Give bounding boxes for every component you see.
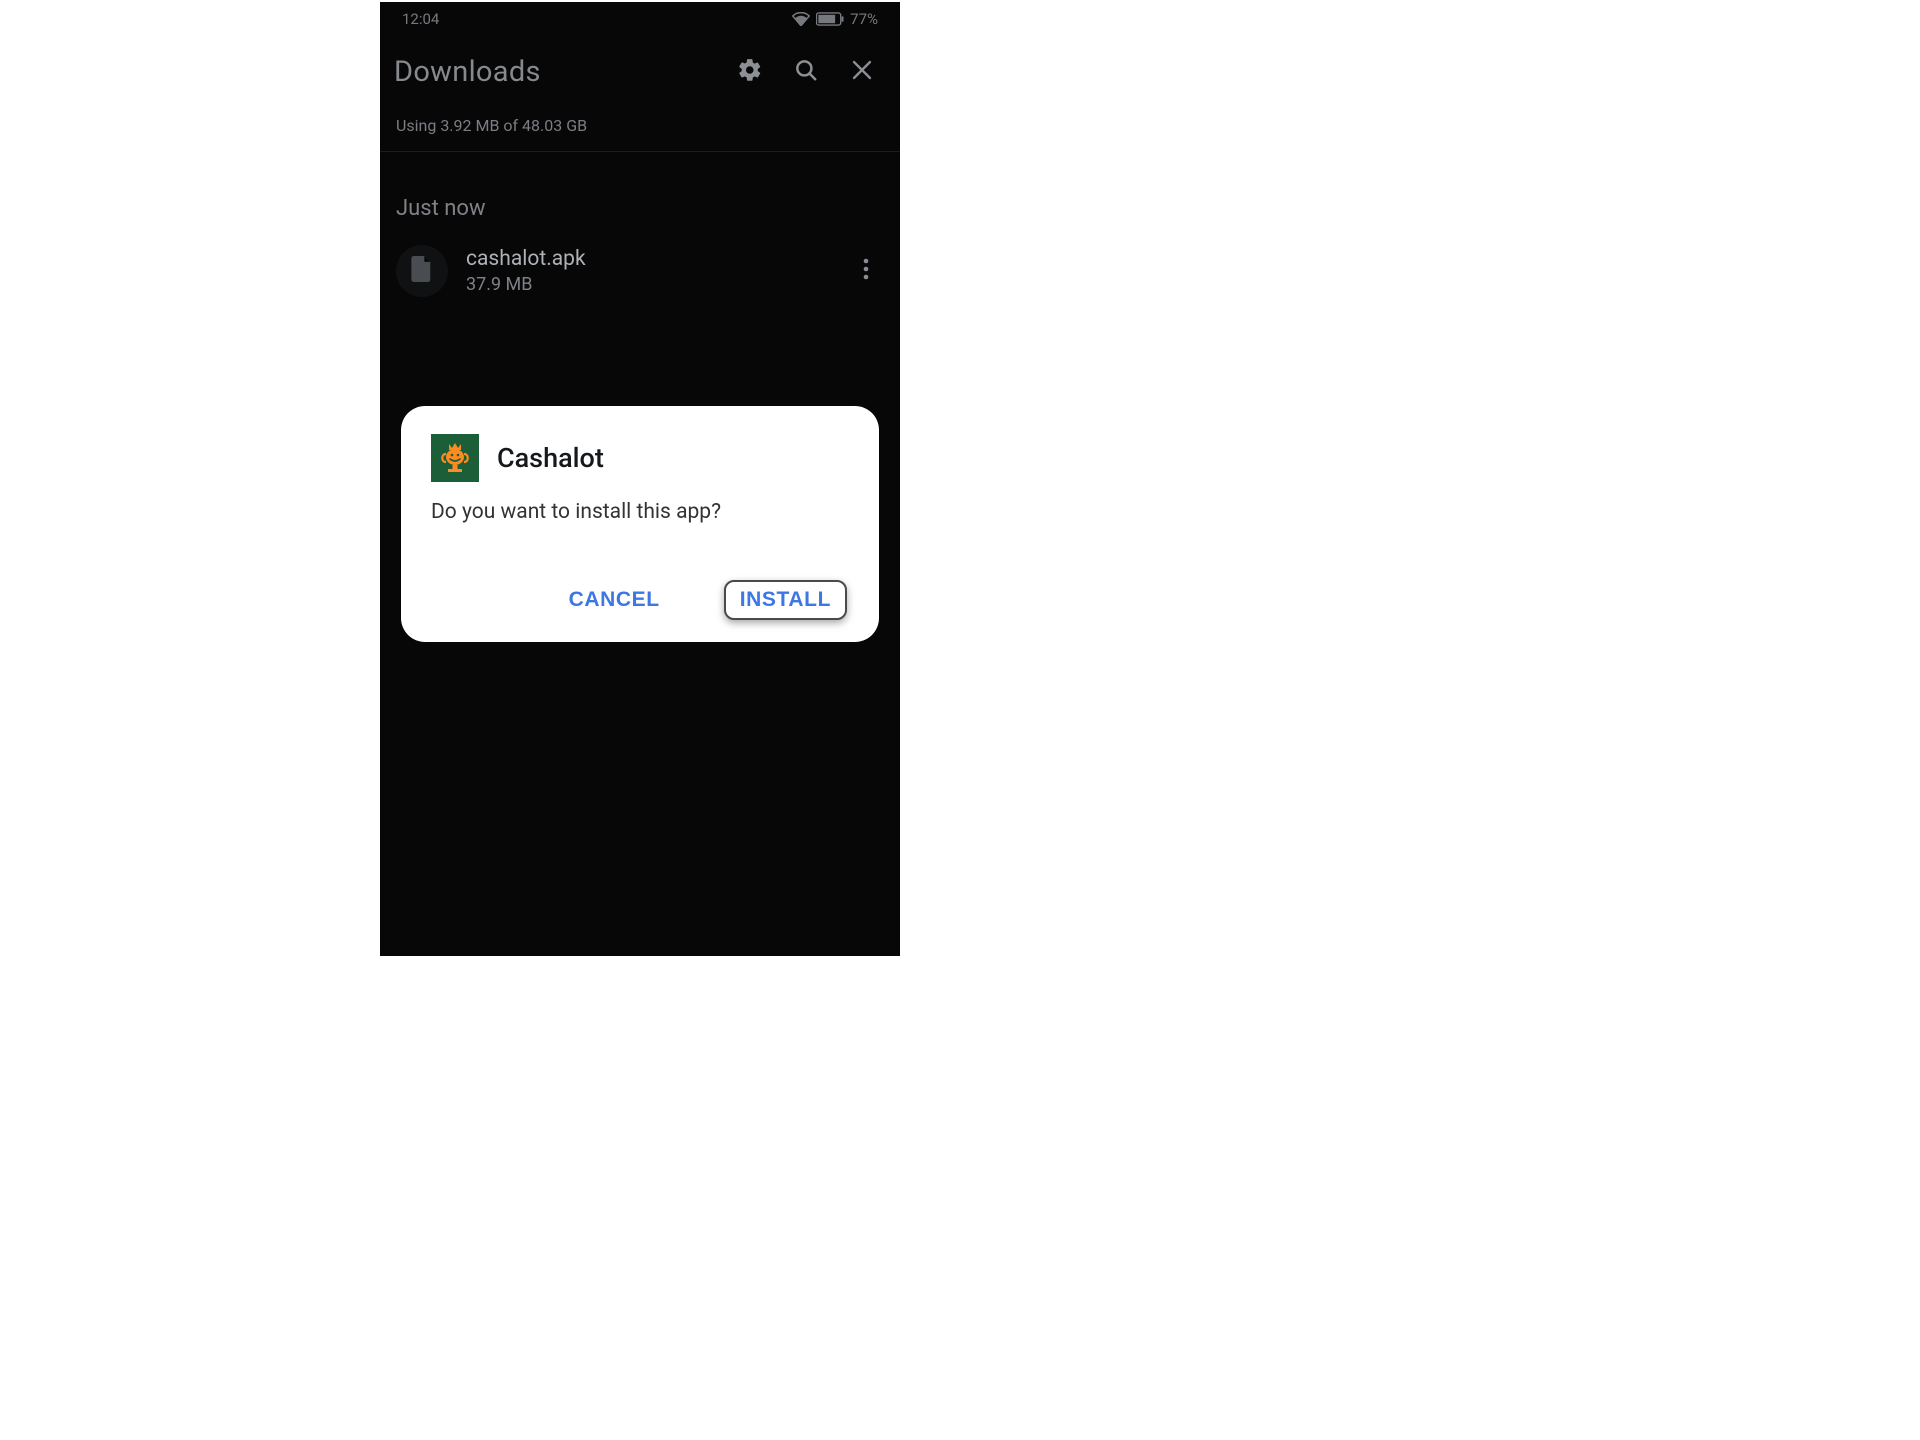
close-button[interactable] (838, 48, 886, 96)
battery-percent: 77% (850, 10, 878, 28)
search-icon (793, 57, 819, 87)
phone-frame: 12:04 77% Downloads (380, 2, 900, 956)
install-button[interactable]: INSTALL (740, 588, 831, 612)
file-more-button[interactable] (846, 251, 886, 291)
app-header: Downloads (380, 32, 900, 112)
storage-usage: Using 3.92 MB of 48.03 GB (380, 112, 900, 151)
file-icon-bg (396, 245, 448, 297)
status-bar: 12:04 77% (380, 2, 900, 32)
settings-button[interactable] (726, 48, 774, 96)
install-button-highlight: INSTALL (724, 580, 847, 620)
file-info: cashalot.apk 37.9 MB (466, 247, 846, 295)
file-size: 37.9 MB (466, 274, 846, 295)
file-icon (411, 256, 433, 286)
dialog-actions: CANCEL INSTALL (431, 580, 849, 620)
search-button[interactable] (782, 48, 830, 96)
wifi-icon (792, 12, 810, 26)
app-icon (431, 434, 479, 482)
page-title: Downloads (394, 55, 718, 89)
dialog-header: Cashalot (431, 434, 849, 482)
dialog-message: Do you want to install this app? (431, 500, 849, 524)
cancel-button[interactable]: CANCEL (565, 580, 664, 620)
install-dialog: Cashalot Do you want to install this app… (401, 406, 879, 642)
status-right: 77% (792, 10, 878, 28)
close-icon (850, 58, 874, 86)
battery-icon (816, 12, 844, 26)
file-row[interactable]: cashalot.apk 37.9 MB (380, 239, 900, 303)
section-label: Just now (380, 152, 900, 239)
dialog-title: Cashalot (497, 442, 604, 474)
more-vert-icon (863, 258, 869, 284)
gear-icon (737, 57, 763, 87)
status-time: 12:04 (402, 10, 439, 28)
file-name: cashalot.apk (466, 247, 846, 271)
